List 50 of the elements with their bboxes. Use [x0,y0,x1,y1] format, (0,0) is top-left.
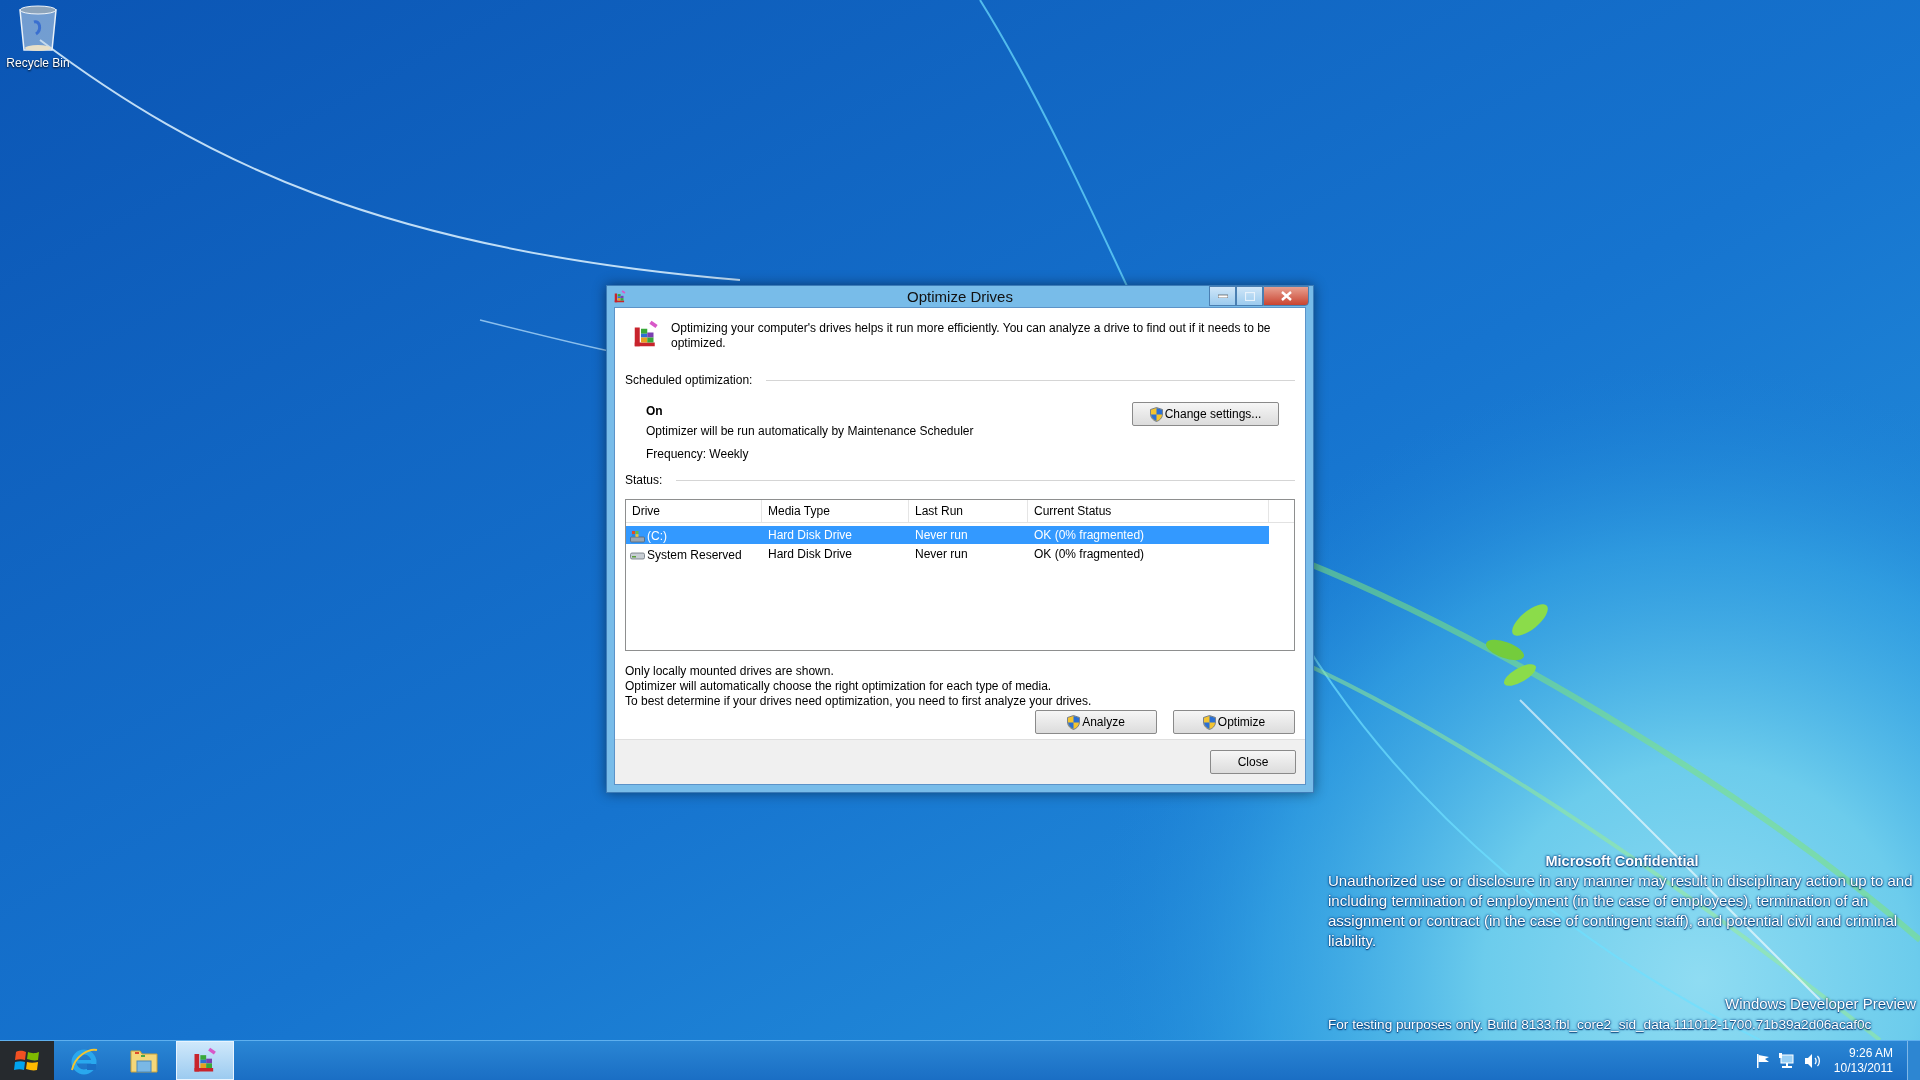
table-cell-text: Hard Disk Drive [767,527,853,544]
minimize-icon [1217,294,1228,298]
table-cell-text: OK (0% fragmented) [1033,546,1146,563]
schedule-description: Optimizer will be run automatically by Maintenance Scheduler [646,424,975,438]
close-button[interactable] [1263,286,1309,306]
column-header[interactable]: Media Type [762,500,909,522]
drive-row[interactable]: System Reserved Hard Disk Drive Never run OK (0% fragmented) [626,545,1269,563]
shield-icon [1149,406,1163,422]
table-cell-text: Hard Disk Drive [767,546,853,563]
window-title: Optimize Drives [907,288,1013,305]
table-cell-text: OK (0% fragmented) [1033,527,1146,544]
network-icon[interactable] [1777,1052,1796,1069]
app-icon [613,289,627,304]
table-cell: System Reserved [647,548,742,562]
clock-time: 9:26 AM [1848,1045,1893,1061]
build-label: For testing purposes only. Build 8133.fbl_core2_sid_data.111012-1700.71b39a2d06acaf0c [1328,1017,1873,1032]
action-button[interactable]: Optimize [1173,710,1295,734]
note-text: Optimizer will automatically choose the right optimization for each type of media. [625,679,1053,694]
column-header[interactable]: Drive [626,500,762,522]
drive-icon [630,529,645,543]
action-button[interactable]: Analyze [1035,710,1157,734]
section-heading: Scheduled optimization: [625,373,753,387]
maximize-icon [1244,291,1255,301]
note-text: To best determine if your drives need optimization, you need to first analyze your drives. [625,694,1093,709]
maximize-button[interactable] [1236,286,1263,306]
shield-icon [1067,714,1081,730]
frequency-label: Frequency: Weekly [646,447,750,461]
note-text: Only locally mounted drives are shown. [625,664,835,679]
table-cell-text: Never run [914,546,969,563]
edition-label: Windows Developer Preview [1724,995,1916,1012]
column-header[interactable]: Current Status [1028,500,1269,522]
intro-text: Optimizing your computer's drives helps it run more efficiently. You can analyze a drive to find out if it needs to be optimized. [671,320,1271,351]
table-cell: (C:) [647,529,667,543]
close-dialog-button[interactable]: Close [1210,750,1296,774]
schedule-state: On [646,404,664,418]
clock[interactable]: 9:26 AM 10/13/2011 [1833,1045,1893,1076]
desktop-icon-label: Recycle Bin [6,56,70,70]
section-heading: Status: [625,473,663,487]
column-header[interactable]: Last Run [909,500,1028,522]
table-cell-text: Never run [914,527,969,544]
taskbar-button[interactable] [176,1041,234,1080]
shield-icon [1202,714,1216,730]
close-icon [1280,291,1292,301]
start-button[interactable] [0,1041,54,1080]
flag-icon[interactable] [1755,1052,1770,1069]
change-settings-button[interactable]: Change settings... [1132,402,1279,426]
clock-date: 10/13/2011 [1833,1060,1893,1076]
speaker-icon[interactable] [1803,1052,1822,1069]
drive-icon [630,550,645,560]
minimize-button[interactable] [1209,286,1236,306]
